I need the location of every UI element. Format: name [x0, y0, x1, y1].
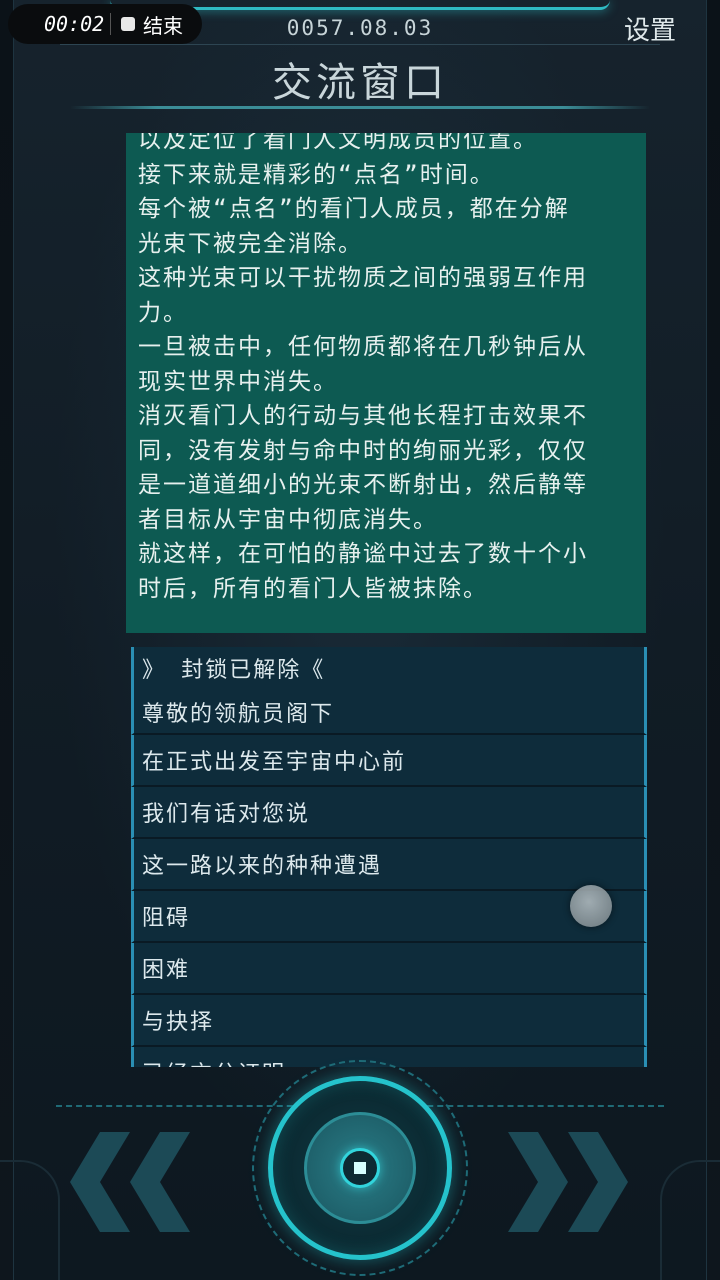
title-underline — [70, 106, 650, 109]
right-corner-frame — [660, 1160, 720, 1280]
story-line: 这种光束可以干扰物质之间的强弱互作用 — [138, 265, 588, 291]
story-line: 时后，所有的看门人皆被抹除。 — [138, 575, 488, 602]
story-line: 一旦被击中，任何物质都将在几秒钟后从 — [138, 334, 588, 360]
top-divider — [60, 44, 660, 45]
dialog-item[interactable]: 阻碍 — [131, 891, 647, 943]
left-frame — [0, 0, 14, 1280]
touch-indicator — [570, 885, 612, 927]
dialog-list[interactable]: 》 封锁已解除《 尊敬的领航员阁下 在正式出发至宇宙中心前 我们有话对您说 这一… — [131, 647, 647, 1067]
story-panel[interactable]: 以及定位了看门人文明成员的位置。 接下来就是精彩的“点名”时间。 每个被“点名”… — [126, 133, 646, 633]
dialog-item-header[interactable]: 》 封锁已解除《 尊敬的领航员阁下 — [131, 647, 647, 735]
story-line: 光束下被完全消除。 — [138, 230, 363, 257]
dialog-item[interactable]: 这一路以来的种种遭遇 — [131, 839, 647, 891]
dialog-item[interactable]: 与抉择 — [131, 995, 647, 1047]
story-line: 同，没有发射与命中时的绚丽光彩，仅仅 — [138, 437, 588, 464]
dialog-text: 尊敬的领航员阁下 — [142, 702, 335, 727]
story-line: 力。 — [138, 299, 188, 326]
settings-button[interactable]: 设置 — [624, 10, 676, 47]
story-line: 就这样，在可怕的静谧中过去了数十个小 — [138, 541, 588, 567]
game-date: 0057.08.03 — [286, 16, 434, 40]
chevron-left-icon[interactable] — [130, 1132, 190, 1232]
right-frame — [706, 0, 720, 1280]
story-line: 现实世界中消失。 — [138, 368, 338, 395]
story-line: 者目标从宇宙中彻底消失。 — [138, 506, 438, 533]
left-corner-frame — [0, 1160, 60, 1280]
center-core-dot — [354, 1162, 366, 1174]
dialog-item[interactable]: 在正式出发至宇宙中心前 — [131, 735, 647, 787]
story-line: 每个被“点名”的看门人成员，都在分解 — [138, 196, 570, 222]
story-line: 以及定位了看门人文明成员的位置。 — [138, 133, 538, 153]
story-line: 是一道道细小的光束不断射出，然后静等 — [138, 472, 588, 498]
double-chevron-left-icon[interactable] — [70, 1132, 130, 1232]
chevron-right-icon[interactable] — [508, 1132, 568, 1232]
story-line: 消灭看门人的行动与其他长程打击效果不 — [138, 403, 588, 429]
dialog-item[interactable]: 困难 — [131, 943, 647, 995]
story-line: 接下来就是精彩的“点名”时间。 — [138, 161, 495, 188]
double-chevron-right-icon[interactable] — [568, 1132, 628, 1232]
page-title: 交流窗口 — [272, 60, 448, 106]
unlock-notice: 》 封锁已解除《 — [142, 658, 326, 683]
dialog-item[interactable]: 我们有话对您说 — [131, 787, 647, 839]
